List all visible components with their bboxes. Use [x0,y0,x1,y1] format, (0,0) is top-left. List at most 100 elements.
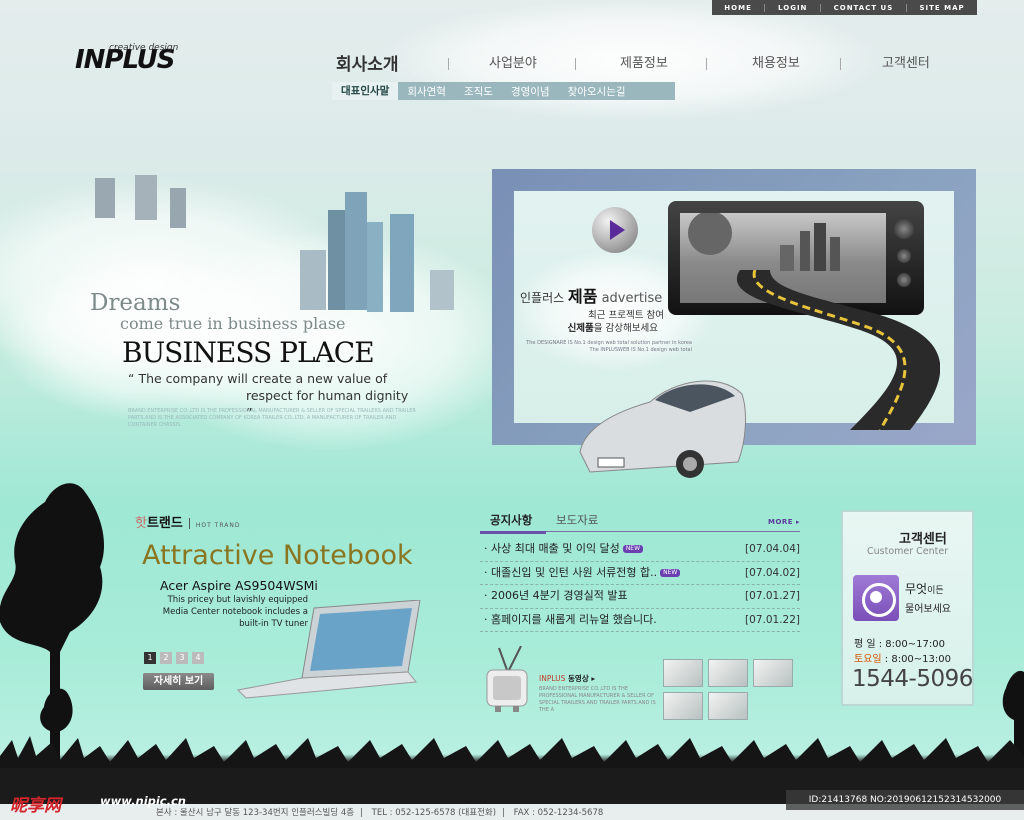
notice-title: · 2006년 4분기 경영실적 발표 [484,589,628,602]
subnav-item-organization[interactable]: 조직도 [455,84,502,99]
video-title[interactable]: INPLUS 동영상 ▸ [539,673,595,684]
hours-saturday: 토요일 : 8:00~13:00 [854,650,951,665]
page: HOME LOGIN CONTACT US SITE MAP creative … [0,0,1024,820]
nav-item-company[interactable]: 회사소개 [336,50,399,75]
detail-button[interactable]: 자세히 보기 [143,673,214,690]
utility-nav: HOME LOGIN CONTACT US SITE MAP [712,0,977,15]
new-badge: NEW [622,545,644,553]
watermark-site: 昵享网 [10,796,61,816]
car-image [579,380,746,478]
util-sitemap-link[interactable]: SITE MAP [919,4,964,12]
footer-fax: FAX : 052-1234-5678 [513,808,604,818]
hot-trend-label: 트랜드 [146,516,183,531]
tab-notice[interactable]: 공지사항 [479,512,547,534]
footer-tel: TEL : 052-125-6578 (대표전화) [371,808,497,818]
util-home-link[interactable]: HOME [724,4,752,12]
thumbnail[interactable] [753,659,793,687]
customer-center-subtitle: Customer Center [867,546,949,557]
notice-title-text: 사상 최대 매출 및 이익 달성 [491,542,620,555]
product-title-prefix: 인플러스 [520,291,568,305]
thumbnail[interactable] [708,692,748,720]
video-label: 동영상 ▸ [565,674,596,683]
nav-item-customer[interactable]: 고객센터 [882,52,930,71]
play-icon[interactable] [592,207,638,253]
phone-number[interactable]: 1544-5096 [852,666,973,692]
nav-item-products[interactable]: 제품정보 [620,52,668,71]
subnav-item-philosophy[interactable]: 경영이념 [502,84,559,99]
product-title-suffix: advertise [597,291,663,306]
hero-quote-line1: “ The company will create a new value of [128,371,388,386]
hot-trend-eng: HOT TRAND [195,522,241,529]
more-link[interactable]: MORE ▸ [768,518,800,526]
thumbnail[interactable] [708,659,748,687]
customer-center-title: 고객센터 [899,532,947,547]
pager-item[interactable]: 4 [192,652,204,664]
list-item[interactable]: · 사상 최대 매출 및 이익 달성 NEW [07.04.04] [480,538,800,562]
notice-tabs: 공지사항 보도자료 [479,510,800,534]
customer-center-box: 고객센터 Customer Center 무엇이든 물어보세요 평 일 : 8:… [841,510,974,706]
nav-divider [840,58,841,70]
list-item[interactable]: · 대졸신입 및 인턴 사원 서류전형 합.. NEW [07.04.02] [480,562,800,585]
pager-item[interactable]: 3 [176,652,188,664]
subnav-item-history[interactable]: 회사연혁 [398,84,455,99]
product-line2-bold: 신제품 [567,323,594,334]
logo[interactable]: creative design INPLUS [75,43,178,75]
util-divider [820,3,822,12]
product-title-bold: 제품 [567,287,598,306]
tab-press[interactable]: 보도자료 [556,512,598,528]
hours-weekday: 평 일 : 8:00~17:00 [854,639,945,650]
laptop-image [236,600,421,699]
hot-trend-model: Acer Aspire AS9504WSMi [160,578,318,593]
notice-date: [07.04.04] [745,543,800,555]
video-fine-print: BRAND ENTERPRISE CO.,LTD IS THE PROFESSI… [539,686,656,713]
notice-title-text: 홈페이지를 새롭게 리뉴얼 했습니다. [491,612,657,626]
util-login-link[interactable]: LOGIN [778,4,807,12]
saturday-label: 토요일 [854,654,882,665]
new-badge: NEW [660,568,681,577]
nav-divider [575,58,576,70]
notice-date: [07.01.22] [745,613,800,626]
list-item[interactable]: · 2006년 4분기 경영실적 발표 [07.01.27] [480,585,800,609]
customer-question: 무엇이든 [905,580,944,597]
nav-divider [448,58,449,70]
util-contact-link[interactable]: CONTACT US [834,4,894,12]
list-item[interactable]: · 홈페이지를 새롭게 리뉴얼 했습니다. [07.01.22] [480,609,800,632]
product-line1: 최근 프로젝트 참여 [588,310,664,321]
pager-item[interactable]: 2 [160,652,172,664]
hot-trend-pager: 1 2 3 4 [144,652,204,664]
hero-subline: come true in business plase [120,314,346,333]
hot-trend-headline: Attractive Notebook [142,540,413,571]
notice-title: · 대졸신입 및 인턴 사원 서류전형 합.. NEW [484,562,681,584]
sub-nav: 대표인사말 회사연혁 조직도 경영이념 찾아오시는길 [332,82,675,100]
notice-date: [07.01.27] [745,590,800,602]
notice-list: · 사상 최대 매출 및 이익 달성 NEW [07.04.04] · 대졸신입 … [480,538,800,632]
util-divider [905,3,907,12]
thumbnail[interactable] [663,659,703,687]
nav-item-business[interactable]: 사업분야 [489,52,537,71]
hot-trend-prefix: 핫 [135,516,147,531]
footer-address: 본사 : 울산시 남구 달동 123-34번지 인플러스빌딩 4층 | TEL :… [156,808,604,818]
saturday-hours: : 8:00~13:00 [881,654,951,665]
product-fine-print: The DESIGNARE IS No.1 design web total s… [526,340,692,353]
hero-headline: BUSINESS PLACE [122,336,375,369]
main-nav: 회사소개 사업분야 제품정보 채용정보 고객센터 [300,52,950,80]
video-brand: INPLUS [539,674,566,683]
pager-item[interactable]: 1 [144,652,156,664]
video-thumbnails [663,659,799,720]
thumbnail[interactable] [663,692,703,720]
headset-icon[interactable] [853,575,899,621]
hot-trend-title: 핫트랜드 HOT TRAND [135,512,240,531]
product-line2: 신제품을 감상해보세요 [560,320,658,334]
notice-title: · 사상 최대 매출 및 이익 달성 NEW [484,538,644,560]
watermark-id: ID:21413768 NO:20190612152314532000 [786,790,1024,810]
notice-title-text: 2006년 4분기 경영실적 발표 [491,589,628,602]
grass-image [0,736,1024,773]
product-line2-rest: 을 감상해보세요 [593,323,658,334]
subnav-item-greeting[interactable]: 대표인사말 [332,82,399,100]
subnav-item-directions[interactable]: 찾아오시는길 [559,84,635,99]
customer-question-main: 무엇 [905,582,928,596]
notice-date: [07.04.02] [745,566,800,579]
notice-title: · 홈페이지를 새롭게 리뉴얼 했습니다. [484,612,657,626]
nav-item-recruit[interactable]: 채용정보 [752,52,800,71]
customer-question-small: 이든 [927,586,944,596]
